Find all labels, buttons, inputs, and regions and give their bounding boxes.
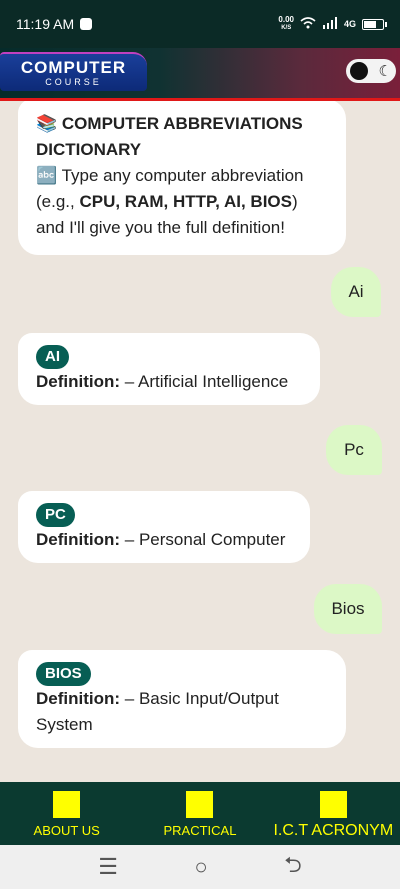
user-message-text: Ai [348, 282, 364, 301]
status-icons: 0.00 K/S 4G [278, 16, 387, 32]
definition-text: – Personal Computer [124, 530, 286, 549]
moon-icon: ☾ [378, 63, 392, 80]
signal-4g-icon: 4G [344, 18, 356, 30]
user-message: Ai [331, 267, 381, 317]
bot-reply: PC Definition: – Personal Computer [18, 491, 310, 563]
logo-title: COMPUTER [20, 58, 127, 77]
nav-label: I.C.T ACRONYM [273, 822, 394, 839]
logo-subtitle: COURSE [45, 77, 102, 87]
user-message-text: Pc [344, 440, 364, 459]
nav-ict-acronym[interactable]: I.C.T ACRONYM [267, 782, 400, 845]
notification-icon [80, 18, 93, 30]
wifi-icon [300, 16, 316, 32]
about-us-icon [53, 791, 81, 818]
battery-icon [362, 18, 387, 30]
bottom-nav: ABOUT US PRACTICAL I.C.T ACRONYM [0, 782, 400, 845]
back-icon[interactable]: ⮌ [284, 848, 302, 886]
signal-icon [322, 16, 338, 32]
net-type: 4G [343, 19, 356, 29]
user-message-text: Bios [331, 599, 365, 618]
definition-text: – Artificial Intelligence [124, 372, 289, 391]
network-speed: 0.00 K/S [278, 16, 294, 32]
definition-label: Definition: [36, 689, 121, 708]
practical-icon [186, 791, 214, 818]
nav-practical[interactable]: PRACTICAL [133, 782, 266, 845]
home-icon[interactable]: ○ [194, 854, 207, 880]
theme-toggle[interactable]: ☾ [346, 59, 396, 83]
definition-label: Definition: [36, 530, 121, 549]
nav-about-us[interactable]: ABOUT US [0, 782, 133, 845]
status-bar: 11:19 AM 0.00 K/S 4G [0, 0, 400, 48]
intro-examples: CPU, RAM, HTTP, AI, BIOS [79, 192, 292, 211]
books-icon: 📚 [36, 114, 58, 133]
nav-label: ABOUT US [33, 823, 100, 838]
abc-icon: 🔤 [36, 166, 58, 185]
network-speed-unit: K/S [281, 25, 292, 31]
app-logo: COMPUTER COURSE [0, 52, 147, 91]
user-message: Bios [314, 584, 382, 634]
user-message: Pc [326, 425, 382, 475]
bot-reply: AI Definition: – Artificial Intelligence [18, 333, 320, 405]
chat-area[interactable]: 📚 COMPUTER ABBREVIATIONS DICTIONARY 🔤 Ty… [0, 101, 400, 782]
network-speed-value: 0.00 [278, 15, 294, 24]
app-header: COMPUTER COURSE ☾ [0, 48, 400, 101]
abbreviation-badge: PC [36, 503, 75, 527]
intro-message: 📚 COMPUTER ABBREVIATIONS DICTIONARY 🔤 Ty… [18, 101, 346, 255]
intro-title: COMPUTER ABBREVIATIONS DICTIONARY [36, 114, 303, 159]
abbreviation-badge: BIOS [36, 662, 91, 686]
bot-reply: BIOS Definition: – Basic Input/Output Sy… [18, 650, 346, 748]
menu-icon[interactable]: ☰ [98, 854, 118, 880]
status-time: 11:19 AM [16, 16, 75, 32]
system-nav-bar: ☰ ○ ⮌ [0, 845, 400, 889]
nav-label: PRACTICAL [163, 823, 237, 838]
ict-acronym-icon [319, 791, 347, 818]
toggle-knob [350, 62, 368, 80]
abbreviation-badge: AI [36, 345, 69, 369]
definition-label: Definition: [36, 372, 121, 391]
